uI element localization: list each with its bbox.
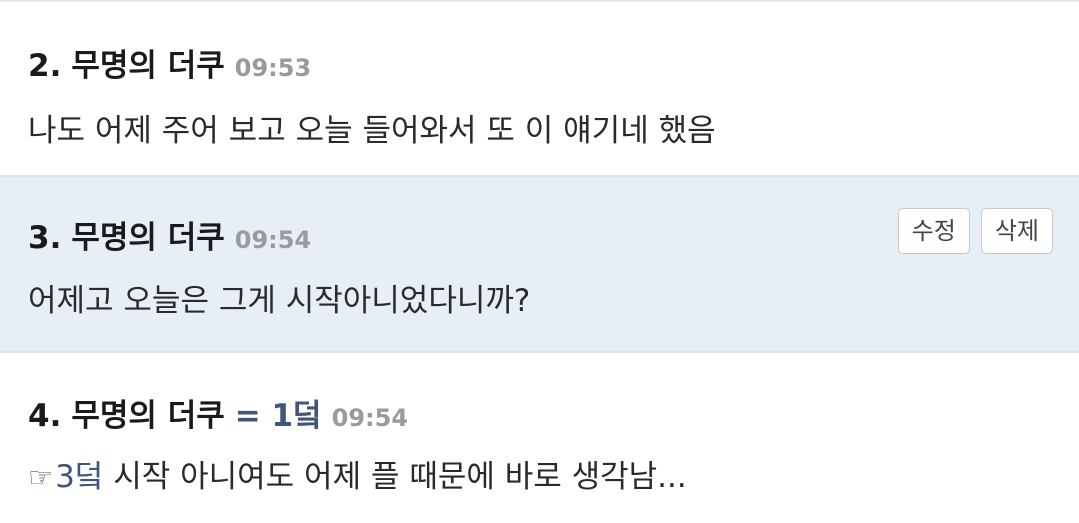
edit-button[interactable]: 수정 <box>897 208 970 254</box>
comment-list: 2. 무명의 더쿠 09:53 나도 어제 주어 보고 오늘 들어와서 또 이 … <box>0 0 1079 523</box>
comment-author: 무명의 더쿠 <box>71 398 225 434</box>
reply-target: 3덬 <box>55 459 104 495</box>
comment-author: 무명의 더쿠 <box>71 220 225 256</box>
pointing-hand-icon: ☞ <box>28 461 54 494</box>
comment-text: 어제고 오늘은 그게 시작아니었다니까? <box>28 283 531 319</box>
comment-author: 무명의 더쿠 <box>71 48 225 84</box>
comment-meta: 2. 무명의 더쿠 09:53 <box>28 40 311 85</box>
comment-number: 3. <box>28 220 62 256</box>
comment-text-container: ☞3덬 시작 아니여도 어제 플 때문에 바로 생각남... <box>28 451 687 496</box>
comment-meta: 4. 무명의 더쿠 = 1덬 09:54 <box>28 390 408 435</box>
comment-item: 2. 무명의 더쿠 09:53 나도 어제 주어 보고 오늘 들어와서 또 이 … <box>0 2 1079 177</box>
comment-text: 나도 어제 주어 보고 오늘 들어와서 또 이 얘기네 했음 <box>28 113 716 149</box>
comment-item: 4. 무명의 더쿠 = 1덬 09:54 ☞3덬 시작 아니여도 어제 플 때문… <box>0 353 1079 523</box>
comment-item-own: 3. 무명의 더쿠 09:54 수정 삭제 어제고 오늘은 그게 시작아니었다니… <box>0 177 1079 353</box>
comment-text: 시작 아니여도 어제 플 때문에 바로 생각남... <box>113 459 687 495</box>
comment-meta: 3. 무명의 더쿠 09:54 <box>28 212 311 257</box>
delete-button[interactable]: 삭제 <box>980 208 1053 254</box>
comment-time: 09:54 <box>331 404 409 432</box>
comment-number: 2. <box>28 48 62 84</box>
reply-link[interactable]: ☞3덬 <box>28 459 113 495</box>
comment-actions: 수정 삭제 <box>897 208 1053 254</box>
author-badge: = 1덬 <box>234 398 322 434</box>
comment-time: 09:54 <box>234 226 312 254</box>
comment-number: 4. <box>28 398 62 434</box>
comment-time: 09:53 <box>234 54 312 82</box>
